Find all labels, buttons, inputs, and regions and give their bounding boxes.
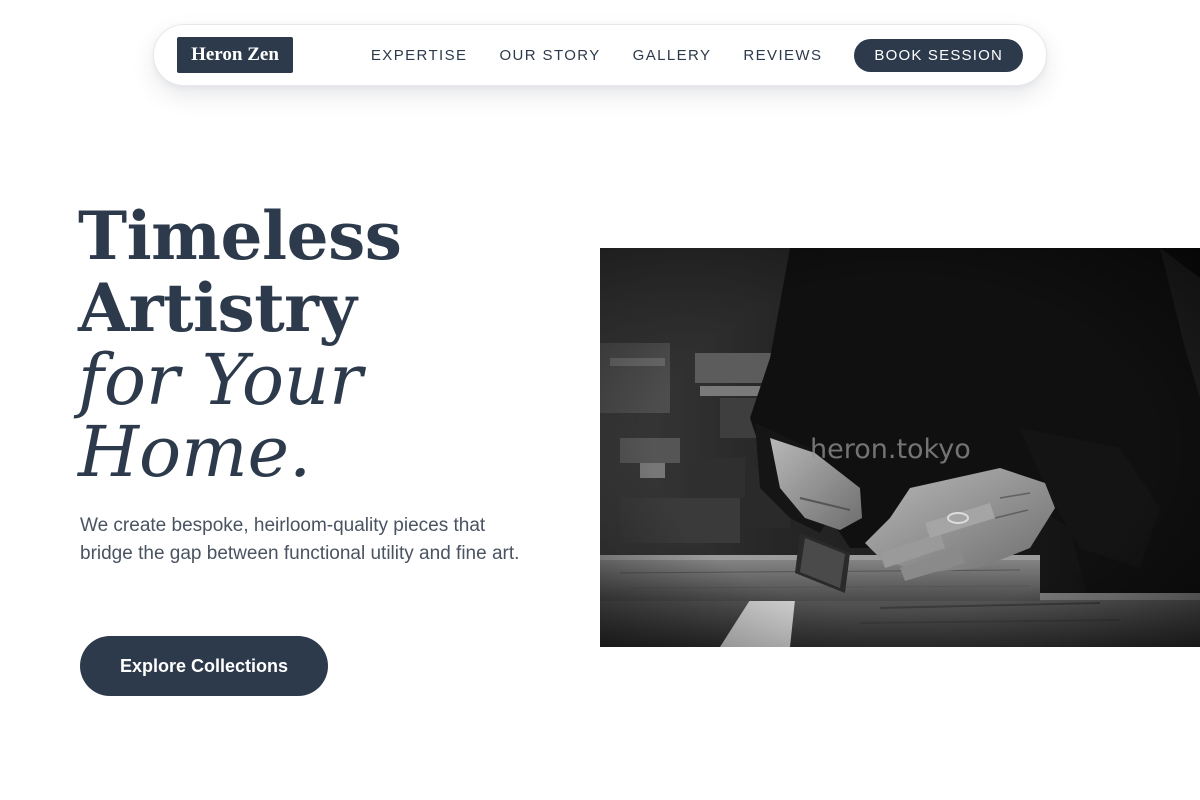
explore-collections-button[interactable]: Explore Collections — [80, 636, 328, 696]
hero-subtitle: We create bespoke, heirloom-quality piec… — [80, 515, 520, 564]
hero-title-line-1: Timeless — [78, 197, 402, 275]
craftsman-photo — [600, 248, 1200, 647]
nav-link-expertise[interactable]: EXPERTISE — [371, 47, 468, 64]
nav-link-our-story[interactable]: OUR STORY — [499, 47, 600, 64]
nav-link-gallery[interactable]: GALLERY — [633, 47, 712, 64]
hero-title-line-3: for Your — [78, 339, 363, 421]
book-session-button[interactable]: BOOK SESSION — [854, 38, 1023, 72]
hero-title-line-2: Artistry — [78, 269, 357, 347]
nav-link-reviews[interactable]: REVIEWS — [743, 47, 822, 64]
hero-title-line-4: Home. — [78, 411, 312, 493]
hero-image: heron.tokyo — [600, 248, 1200, 647]
top-nav: Heron Zen EXPERTISE OUR STORY GALLERY RE… — [153, 24, 1047, 86]
nav-links: EXPERTISE OUR STORY GALLERY REVIEWS BOOK… — [371, 38, 1023, 72]
brand-logo[interactable]: Heron Zen — [177, 37, 293, 73]
hero-title: Timeless Artistry for Your Home. — [78, 197, 402, 493]
